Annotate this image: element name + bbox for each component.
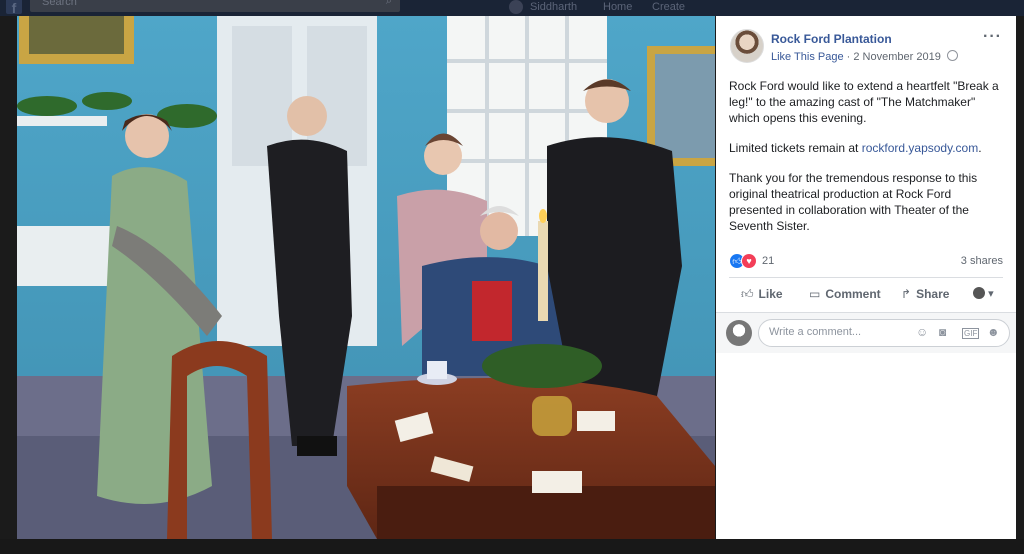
shares-count[interactable]: 3 shares [961, 255, 1003, 267]
like-this-page-link[interactable]: Like This Page [771, 51, 844, 63]
search-icon[interactable]: ⌕ [386, 0, 392, 8]
facebook-logo-icon[interactable]: f [6, 0, 22, 16]
top-nav-bar: f Search ⌕ Siddharth Home Create [0, 0, 1024, 16]
sticker-icon[interactable]: ☻ [987, 325, 1000, 339]
comment-label: Comment [825, 287, 881, 301]
search-input[interactable]: Search ⌕ [30, 0, 400, 12]
paragraph-text: . [978, 141, 982, 155]
audience-avatar [973, 287, 985, 299]
reaction-count[interactable]: 21 [762, 255, 774, 267]
nav-user-name[interactable]: Siddharth [530, 1, 577, 13]
comment-placeholder: Write a comment... [769, 326, 862, 338]
gif-icon[interactable]: GIF [962, 328, 980, 339]
post-paragraph: Limited tickets remain at rockford.yapso… [729, 140, 1005, 156]
post-body: Rock Ford would like to extend a heartfe… [729, 78, 1005, 248]
share-button[interactable]: ↱ Share [901, 287, 949, 301]
nav-avatar[interactable] [509, 0, 523, 14]
post-photo[interactable] [17, 16, 715, 539]
search-placeholder: Search [42, 0, 77, 8]
divider [729, 277, 1003, 278]
thumbs-up-icon: 👍︎ [741, 287, 754, 301]
chevron-down-icon: ▾ [988, 288, 994, 300]
reactions-row: 👍︎ ♥ 21 3 shares [729, 252, 1003, 270]
ticket-link[interactable]: rockford.yapsody.com [862, 141, 979, 155]
camera-icon[interactable]: ◙ [939, 325, 946, 339]
action-bar: 👍︎ Like ▭ Comment ↱ Share ▾ [729, 282, 1003, 308]
post-paragraph: Rock Ford would like to extend a heartfe… [729, 79, 999, 125]
share-label: Share [916, 287, 950, 301]
like-label: Like [758, 287, 783, 301]
comment-button[interactable]: ▭ Comment [809, 287, 881, 301]
nav-home-link[interactable]: Home [603, 1, 632, 13]
post-paragraph: Thank you for the tremendous response to… [729, 171, 978, 233]
comment-input[interactable]: Write a comment... ☺ ◙ GIF ☻ [758, 319, 1010, 347]
comment-composer: Write a comment... ☺ ◙ GIF ☻ [716, 312, 1016, 353]
globe-icon [946, 50, 958, 61]
meta-separator: · [846, 51, 851, 63]
comment-section: Write a comment... ☺ ◙ GIF ☻ [716, 312, 1016, 539]
post-meta: Like This Page · 2 November 2019 [771, 50, 958, 63]
like-button[interactable]: 👍︎ Like [741, 287, 783, 302]
paragraph-text: Limited tickets remain at [729, 141, 862, 155]
photo-scene [17, 16, 715, 539]
audience-selector[interactable]: ▾ [973, 287, 994, 300]
more-icon[interactable]: ··· [983, 28, 1002, 46]
nav-create-link[interactable]: Create [652, 1, 685, 13]
speech-bubble-icon: ▭ [809, 287, 821, 301]
post-panel: Rock Ford Plantation Like This Page · 2 … [716, 16, 1016, 539]
page-name-link[interactable]: Rock Ford Plantation [771, 32, 892, 46]
emoji-icon[interactable]: ☺ [916, 325, 928, 339]
page-avatar[interactable] [730, 29, 764, 63]
post-date[interactable]: 2 November 2019 [853, 51, 940, 63]
lightbox-bottom-bar [0, 539, 1024, 554]
share-arrow-icon: ↱ [901, 287, 912, 301]
user-avatar[interactable] [726, 320, 752, 346]
love-reaction-icon[interactable]: ♥ [741, 253, 757, 269]
